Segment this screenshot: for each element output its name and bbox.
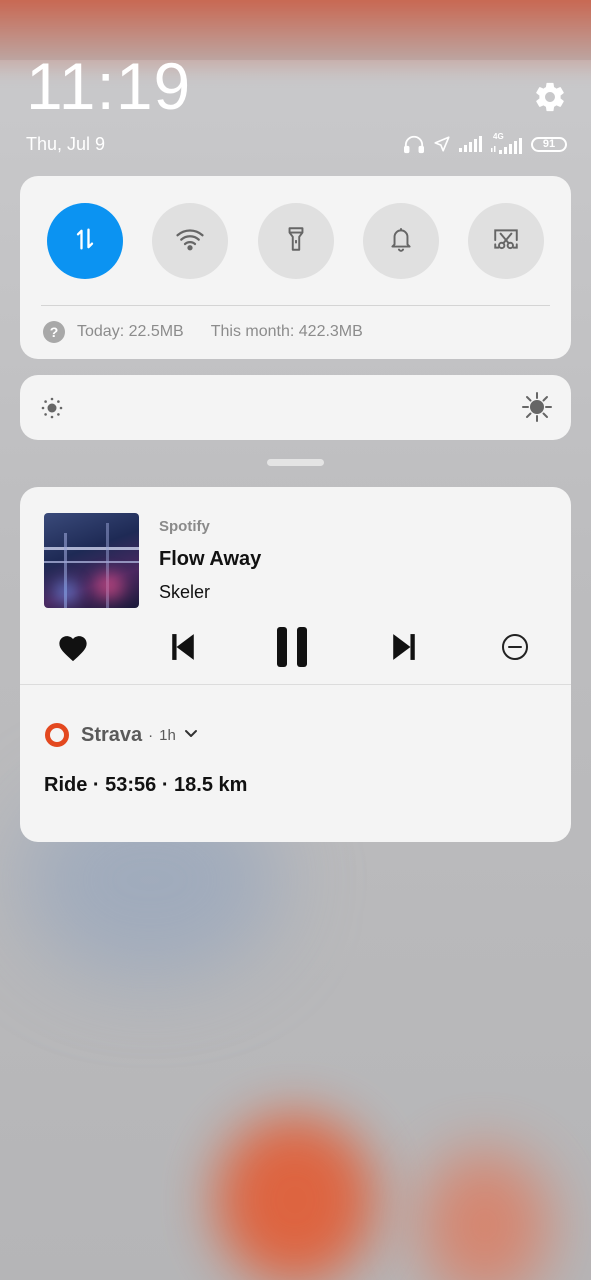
settings-gear-icon[interactable] <box>533 80 567 114</box>
song-title[interactable]: Flow Away <box>159 548 261 571</box>
brightness-high-icon <box>521 391 553 428</box>
activity-summary[interactable]: Ride · 53:56 · 18.5 km <box>44 774 247 797</box>
status-icons: 4G 91 <box>403 132 567 156</box>
notification-separator: · <box>148 726 154 744</box>
quick-settings-panel: ? Today: 22.5MB This month: 422.3MB <box>20 176 571 359</box>
clock[interactable]: 11:19 <box>26 48 191 124</box>
notification-time: 1h <box>159 726 176 744</box>
headphones-icon <box>403 134 425 154</box>
chevron-down-icon[interactable] <box>184 726 198 744</box>
strava-header[interactable]: Strava · 1h <box>45 723 198 747</box>
help-icon: ? <box>43 321 65 343</box>
strava-app-name: Strava <box>81 723 143 746</box>
drag-handle[interactable] <box>267 459 324 466</box>
remove-icon <box>500 632 530 667</box>
pause-icon <box>275 626 309 672</box>
notifications-panel: Spotify Flow Away Skeler Strava · 1h Rid… <box>20 487 571 842</box>
usage-month: This month: 422.3MB <box>210 323 363 340</box>
location-icon <box>433 135 451 153</box>
data-usage[interactable]: ? Today: 22.5MB This month: 422.3MB <box>43 321 363 343</box>
battery-indicator: 91 <box>531 136 567 152</box>
brightness-slider[interactable] <box>20 375 571 440</box>
previous-button[interactable] <box>168 629 198 669</box>
bell-icon <box>388 225 414 258</box>
divider <box>41 305 550 306</box>
heart-icon <box>56 632 90 667</box>
divider <box>20 684 571 685</box>
wifi-toggle[interactable] <box>152 203 229 279</box>
usage-today: Today: 22.5MB <box>77 323 184 340</box>
brightness-low-icon <box>40 396 64 425</box>
notifications-toggle[interactable] <box>362 203 439 279</box>
next-icon <box>391 633 417 666</box>
data-transfer-icon <box>71 225 99 258</box>
screenshot-toggle[interactable] <box>468 203 544 279</box>
signal-icon <box>459 136 483 152</box>
signal-4g-icon: 4G <box>491 132 523 154</box>
flashlight-toggle[interactable] <box>257 203 334 279</box>
quick-settings-tiles <box>47 203 544 279</box>
pause-button[interactable] <box>274 626 310 672</box>
flashlight-icon <box>283 225 309 258</box>
artist-name: Skeler <box>159 582 211 602</box>
wifi-icon <box>175 226 205 257</box>
media-controls <box>54 626 532 672</box>
remove-button[interactable] <box>499 629 531 669</box>
like-button[interactable] <box>54 629 92 669</box>
album-art[interactable] <box>44 513 139 608</box>
previous-icon <box>170 633 196 666</box>
mobile-data-toggle[interactable] <box>47 203 123 279</box>
media-app-name: Spotify <box>159 518 210 535</box>
next-button[interactable] <box>389 629 419 669</box>
strava-logo-icon <box>45 723 69 747</box>
date[interactable]: Thu, Jul 9 <box>26 134 105 155</box>
screenshot-icon <box>492 226 520 257</box>
